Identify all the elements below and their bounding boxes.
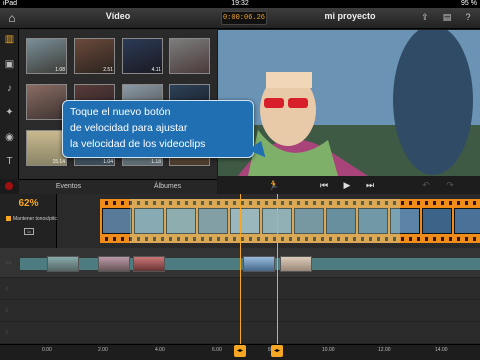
music-icon: ♪ (5, 307, 9, 314)
media-thumbnail[interactable]: 1.08 (26, 38, 67, 74)
battery-level: 95 % (461, 0, 477, 7)
trim-handle-icon[interactable]: ◂▸ (271, 345, 283, 357)
media-thumbnail[interactable] (26, 84, 67, 120)
ruler-tick: 12.00 (378, 347, 391, 353)
clip-frame (454, 208, 480, 234)
ruler-tick: 10.00 (322, 347, 335, 353)
transport-bar: 🏃 ⏮ ▶ ⏭ ↶ ↷ (218, 176, 480, 194)
ruler-tick: 4.00 (155, 347, 165, 353)
keep-pitch-option[interactable]: Mantener tonos/pitch (6, 216, 60, 222)
ruler-tick: 0.00 (42, 347, 52, 353)
skip-back-icon[interactable]: ⏮ (316, 178, 332, 192)
photo-clip[interactable] (47, 256, 79, 272)
record-button[interactable] (5, 182, 13, 190)
photo-icon[interactable]: ▣ (3, 58, 16, 71)
speed-percentage: 62% (18, 198, 39, 209)
settings-icon[interactable]: ▤ (440, 11, 454, 24)
timecode-display: 0:00:06.26 (221, 11, 267, 25)
media-thumbnail[interactable]: 15.14 (26, 130, 67, 166)
playhead-handle-icon[interactable]: ◂▸ (234, 345, 246, 357)
transition-icon[interactable]: ✦ (3, 106, 16, 119)
filmstrip-icon[interactable]: ▥ (3, 33, 16, 46)
tool-sidebar: ▥ ▣ ♪ ✦ ◉ T (0, 29, 19, 179)
checkbox-icon[interactable] (6, 216, 11, 222)
speed-gauge-icon[interactable]: 1x (24, 228, 34, 235)
top-bar: ⌂ Vídeo 0:00:06.26 mi proyecto ⇪ ▤ ? (0, 8, 480, 29)
ruler-tick: 6.00 (212, 347, 222, 353)
ruler-tick: 2.00 (98, 347, 108, 353)
photo-clip[interactable] (280, 256, 312, 272)
share-icon[interactable]: ⇪ (418, 11, 432, 24)
photo-clip[interactable] (98, 256, 130, 272)
status-bar: iPad 19:32 95 % (0, 0, 480, 8)
skip-forward-icon[interactable]: ⏭ (362, 178, 378, 192)
playhead[interactable] (240, 194, 241, 344)
trim-handle[interactable] (277, 194, 278, 344)
music-icon[interactable]: ♪ (3, 82, 16, 95)
media-thumbnail[interactable]: 4.11 (122, 38, 163, 74)
media-thumbnail[interactable] (169, 38, 210, 74)
status-time: 19:32 (231, 0, 249, 7)
media-tabs: Eventos Álbumes (19, 179, 217, 194)
photo-clip[interactable] (243, 256, 275, 272)
play-icon[interactable]: ▶ (340, 178, 354, 192)
media-panel-title: Vídeo (105, 11, 131, 21)
undo-icon[interactable]: ↶ (418, 178, 434, 192)
video-clip[interactable] (100, 199, 480, 243)
help-icon[interactable]: ? (461, 11, 475, 24)
music-icon: ♪ (5, 285, 9, 292)
clip-frame (102, 208, 132, 234)
title-icon[interactable]: T (3, 155, 16, 168)
clip-selection-overlay (130, 199, 400, 243)
clip-frame (422, 208, 452, 234)
photo-clip[interactable] (133, 256, 165, 272)
music-icon: ♪ (5, 329, 9, 336)
media-thumbnail[interactable]: 2.51 (74, 38, 115, 74)
project-title[interactable]: mi proyecto (290, 11, 410, 21)
speed-tooltip: Toque el nuevo botón de velocidad para a… (62, 100, 254, 158)
video-track (57, 194, 480, 248)
track-icon: ▭ (5, 259, 12, 266)
tab-albums[interactable]: Álbumes (118, 180, 217, 194)
tab-events[interactable]: Eventos (19, 180, 118, 194)
running-man-icon[interactable]: 🏃 (266, 178, 282, 192)
clip-speed-panel: 62% Mantener tonos/pitch 1x (0, 194, 60, 248)
redo-icon[interactable]: ↷ (442, 178, 458, 192)
ruler-tick: 14.00 (435, 347, 448, 353)
voiceover-icon[interactable]: ◉ (3, 131, 16, 144)
home-icon[interactable]: ⌂ (4, 10, 20, 26)
